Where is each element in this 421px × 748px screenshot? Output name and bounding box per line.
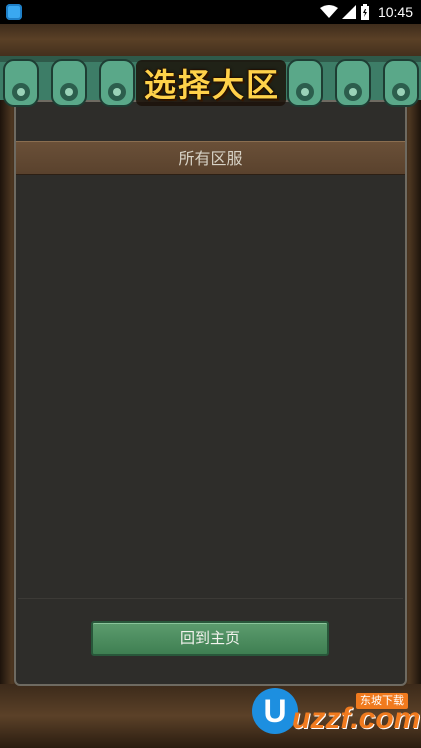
signal-icon bbox=[341, 5, 356, 19]
section-header-all-servers[interactable]: 所有区服 bbox=[16, 141, 405, 175]
site-watermark: U uzzf.com 东坡下载 bbox=[236, 684, 420, 744]
app-notification-icon bbox=[6, 4, 22, 20]
battery-icon bbox=[360, 4, 369, 20]
server-list-panel bbox=[14, 100, 407, 686]
status-icons: 10:45 bbox=[319, 3, 413, 21]
watermark-tag: 东坡下载 bbox=[356, 693, 408, 709]
page-title: 选择大区 bbox=[143, 66, 280, 104]
back-to-home-button[interactable]: 回到主页 bbox=[91, 621, 329, 656]
wifi-icon bbox=[319, 5, 338, 18]
status-bar: 10:45 bbox=[0, 0, 421, 24]
panel-divider bbox=[18, 598, 403, 599]
status-time: 10:45 bbox=[377, 4, 413, 20]
